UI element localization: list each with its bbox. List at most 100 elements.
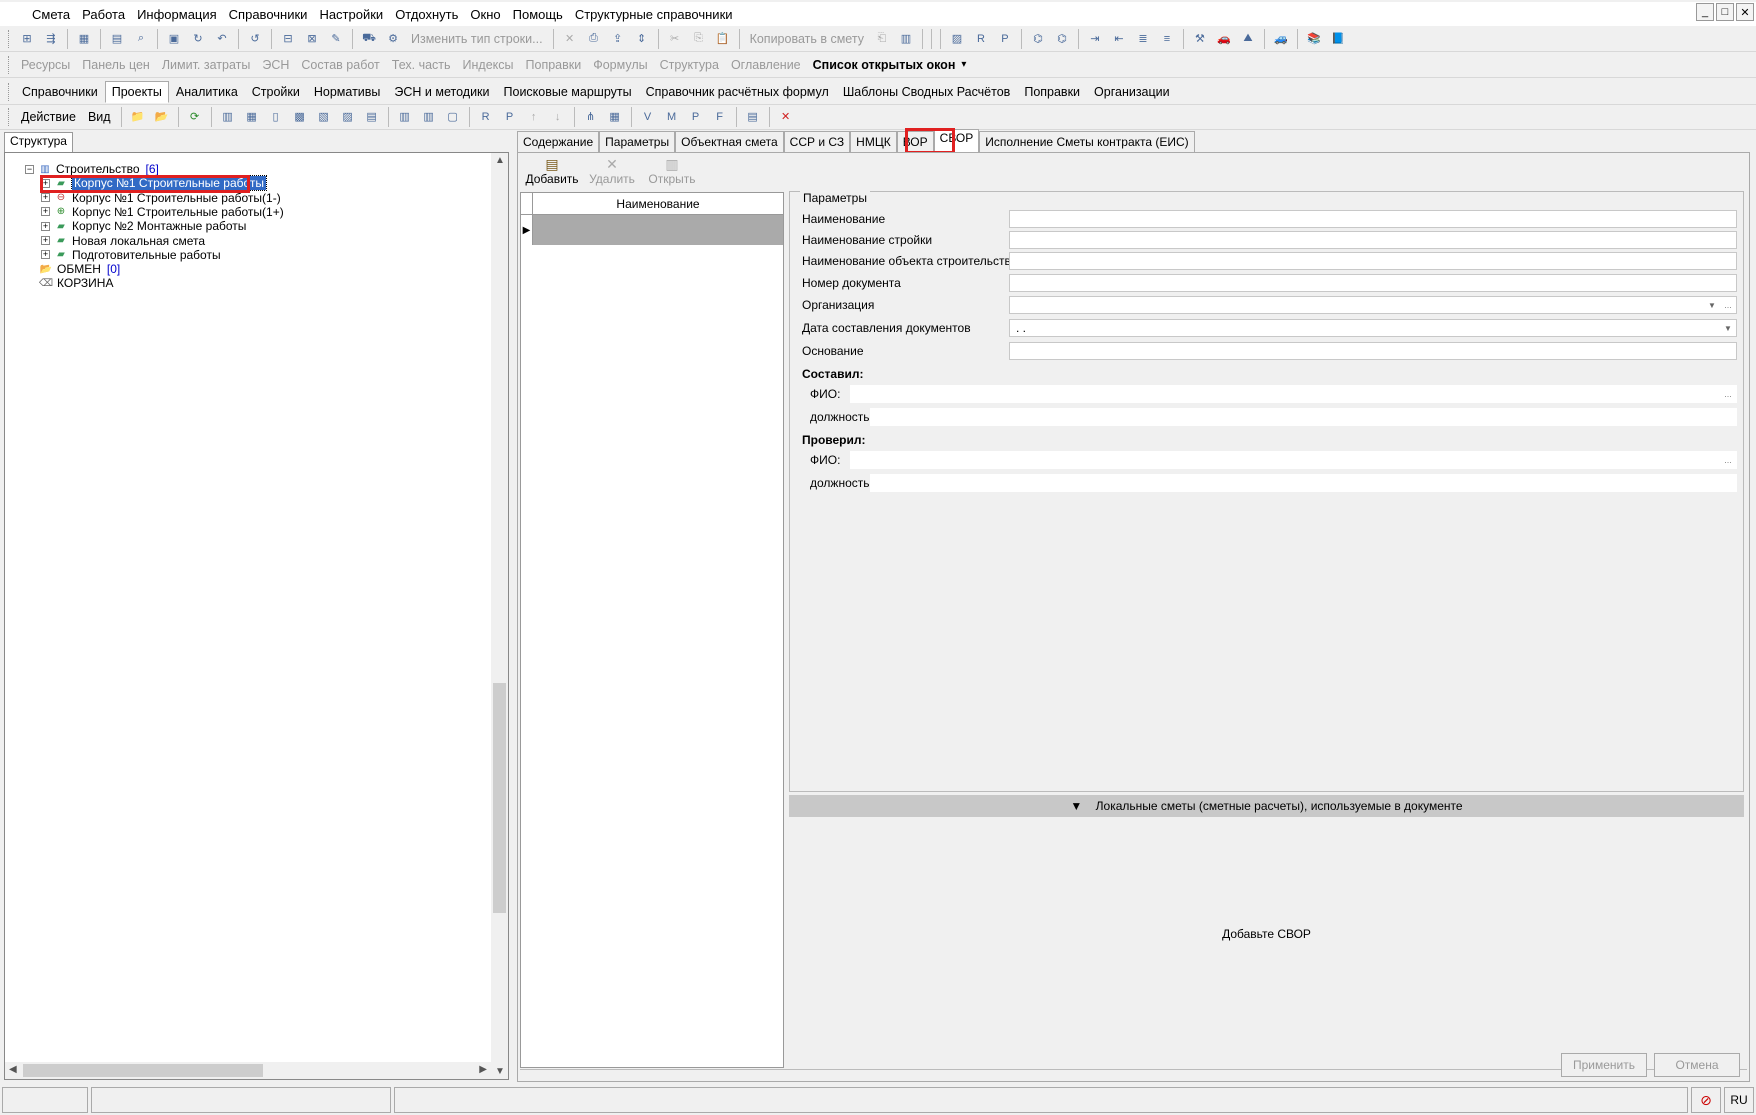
filter2-icon[interactable]: ⌬ bbox=[1052, 29, 1072, 49]
cut-icon[interactable]: ✂ bbox=[665, 29, 685, 49]
svor-list-row[interactable]: ▶ bbox=[521, 215, 783, 245]
menu-item-0[interactable]: Смета bbox=[26, 7, 76, 22]
copy-icon[interactable]: ⎘ bbox=[689, 29, 709, 49]
vehicle-icon[interactable]: 🚙 bbox=[1271, 29, 1291, 49]
menu-item-1[interactable]: Работа bbox=[76, 7, 131, 22]
r-doc-icon[interactable]: R bbox=[476, 107, 496, 127]
excel-icon[interactable]: ▦ bbox=[74, 29, 94, 49]
scroll-up-icon[interactable]: ▲ bbox=[495, 155, 505, 166]
tree-vscroll-thumb[interactable] bbox=[493, 683, 506, 913]
document-tab-2[interactable]: Объектная смета bbox=[675, 131, 784, 153]
doc-number-input[interactable] bbox=[1009, 274, 1737, 292]
fz-icon[interactable]: F bbox=[710, 107, 730, 127]
reference-button-3[interactable]: ЭСН bbox=[256, 58, 295, 72]
ellipsis-icon[interactable]: … bbox=[1721, 453, 1735, 467]
indent-in-icon[interactable]: ⇥ bbox=[1085, 29, 1105, 49]
document-tab-4[interactable]: НМЦК bbox=[850, 131, 897, 153]
scroll-left-icon[interactable]: ◀ bbox=[9, 1064, 17, 1075]
book-arrow-icon[interactable]: ▤ bbox=[362, 107, 382, 127]
name-input[interactable] bbox=[1009, 210, 1737, 228]
copy-to-estimate-button[interactable]: Копировать в смету bbox=[744, 32, 870, 46]
doc-date-input[interactable]: . . ▼ bbox=[1009, 319, 1737, 337]
construction-name-input[interactable] bbox=[1009, 231, 1737, 249]
change-row-type-button[interactable]: Изменить тип строки... bbox=[405, 32, 549, 46]
checked-fio-input[interactable]: … bbox=[850, 451, 1737, 469]
local-estimates-header[interactable]: ▼ Локальные сметы (сметные расчеты), исп… bbox=[789, 795, 1744, 817]
doc-chart-icon[interactable]: ▧ bbox=[314, 107, 334, 127]
reference-button-2[interactable]: Лимит. затраты bbox=[156, 58, 257, 72]
menu-item-4[interactable]: Настройки bbox=[313, 7, 389, 22]
ellipsis-icon[interactable]: … bbox=[1721, 298, 1735, 312]
reference-button-6[interactable]: Индексы bbox=[457, 58, 520, 72]
indent-out-icon[interactable]: ⇤ bbox=[1109, 29, 1129, 49]
reference-button-1[interactable]: Панель цен bbox=[76, 58, 156, 72]
minimize-button[interactable]: _ bbox=[1696, 3, 1714, 21]
close-button[interactable]: ✕ bbox=[1736, 3, 1754, 21]
menu-item-3[interactable]: Справочники bbox=[223, 7, 314, 22]
calendar-dropdown-icon[interactable]: ▼ bbox=[1721, 321, 1735, 335]
apply-button[interactable]: Применить bbox=[1561, 1053, 1647, 1077]
document-tab-7[interactable]: Исполнение Сметы контракта (ЕИС) bbox=[979, 131, 1195, 153]
insert-section-icon[interactable]: ⊠ bbox=[302, 29, 322, 49]
worker-icon[interactable]: ⚒ bbox=[1190, 29, 1210, 49]
doc-blank-icon[interactable]: ▢ bbox=[443, 107, 463, 127]
open-svor-button[interactable]: ▥ Открыть bbox=[646, 156, 698, 186]
chevron-down-icon[interactable]: ▼ bbox=[1705, 298, 1719, 312]
tree-graph-icon[interactable]: ⋔ bbox=[581, 107, 601, 127]
module-tab-5[interactable]: ЭСН и методики bbox=[387, 81, 496, 103]
copy-doc-icon[interactable]: ⎗ bbox=[872, 29, 892, 49]
doc-building2-icon[interactable]: ▥ bbox=[419, 107, 439, 127]
ellipsis-icon[interactable]: … bbox=[1721, 387, 1735, 401]
scroll-right-icon[interactable]: ▶ bbox=[479, 1064, 487, 1075]
menu-item-8[interactable]: Структурные справочники bbox=[569, 7, 739, 22]
doc-icon[interactable]: ▯ bbox=[266, 107, 286, 127]
move-icon[interactable]: ⇕ bbox=[632, 29, 652, 49]
insert-row-icon[interactable]: ⊟ bbox=[278, 29, 298, 49]
archive-icon[interactable]: ▤ bbox=[743, 107, 763, 127]
cancel-button[interactable]: Отмена bbox=[1654, 1053, 1740, 1077]
books2-icon[interactable]: 📘 bbox=[1328, 29, 1348, 49]
export-icon[interactable]: ⇪ bbox=[608, 29, 628, 49]
doc-grid-icon[interactable]: ▩ bbox=[290, 107, 310, 127]
print-icon[interactable]: ⎙ bbox=[584, 29, 604, 49]
expand-icon[interactable]: + bbox=[41, 250, 50, 260]
module-tab-9[interactable]: Поправки bbox=[1017, 81, 1087, 103]
document-tab-0[interactable]: Содержание bbox=[517, 131, 600, 153]
chart-icon[interactable]: ▦ bbox=[242, 107, 262, 127]
list-icon[interactable]: ≣ bbox=[1133, 29, 1153, 49]
undo-icon[interactable]: ↶ bbox=[212, 29, 232, 49]
view-menu[interactable]: Вид bbox=[82, 110, 117, 124]
document-tab-1[interactable]: Параметры bbox=[599, 131, 676, 153]
menu-item-7[interactable]: Помощь bbox=[507, 7, 569, 22]
scroll-down-icon[interactable]: ▼ bbox=[495, 1066, 505, 1077]
document-tab-3[interactable]: ССР и СЗ bbox=[783, 131, 851, 153]
basis-input[interactable] bbox=[1009, 342, 1737, 360]
pr2-icon[interactable]: P bbox=[686, 107, 706, 127]
expand-icon[interactable]: + bbox=[41, 207, 50, 217]
clipboard-icon[interactable]: ▥ bbox=[896, 29, 916, 49]
refresh-green-icon[interactable]: ⟳ bbox=[185, 107, 205, 127]
checked-position-input[interactable] bbox=[870, 474, 1737, 492]
module-tab-10[interactable]: Организации bbox=[1087, 81, 1177, 103]
folder-new-icon[interactable]: 📂 bbox=[152, 107, 172, 127]
menu-item-2[interactable]: Информация bbox=[131, 7, 223, 22]
module-tab-0[interactable]: Справочники bbox=[15, 81, 105, 103]
save-icon[interactable]: ▣ bbox=[164, 29, 184, 49]
building-add-icon[interactable]: ▥ bbox=[218, 107, 238, 127]
expand-icon[interactable]: + bbox=[41, 221, 50, 231]
machine-icon[interactable]: ⚙ bbox=[383, 29, 403, 49]
books-icon[interactable]: 📚 bbox=[1304, 29, 1324, 49]
pr-icon[interactable]: P bbox=[995, 29, 1015, 49]
calc-icon[interactable]: ▤ bbox=[107, 29, 127, 49]
module-tab-4[interactable]: Нормативы bbox=[307, 81, 388, 103]
delete-svor-button[interactable]: ✕ Удалить bbox=[586, 156, 638, 186]
action-menu[interactable]: Действие bbox=[15, 110, 82, 124]
module-tab-2[interactable]: Аналитика bbox=[169, 81, 245, 103]
car-icon[interactable]: 🚗 bbox=[1214, 29, 1234, 49]
reference-button-4[interactable]: Состав работ bbox=[295, 58, 385, 72]
chevron-down-icon[interactable]: ▾ bbox=[961, 59, 966, 70]
reference-button-0[interactable]: Ресурсы bbox=[15, 58, 76, 72]
tree-vertical-scrollbar[interactable]: ▲ ▼ bbox=[491, 153, 508, 1079]
organization-select[interactable]: ▼… bbox=[1009, 296, 1737, 314]
reference-button-5[interactable]: Тех. часть bbox=[386, 58, 457, 72]
